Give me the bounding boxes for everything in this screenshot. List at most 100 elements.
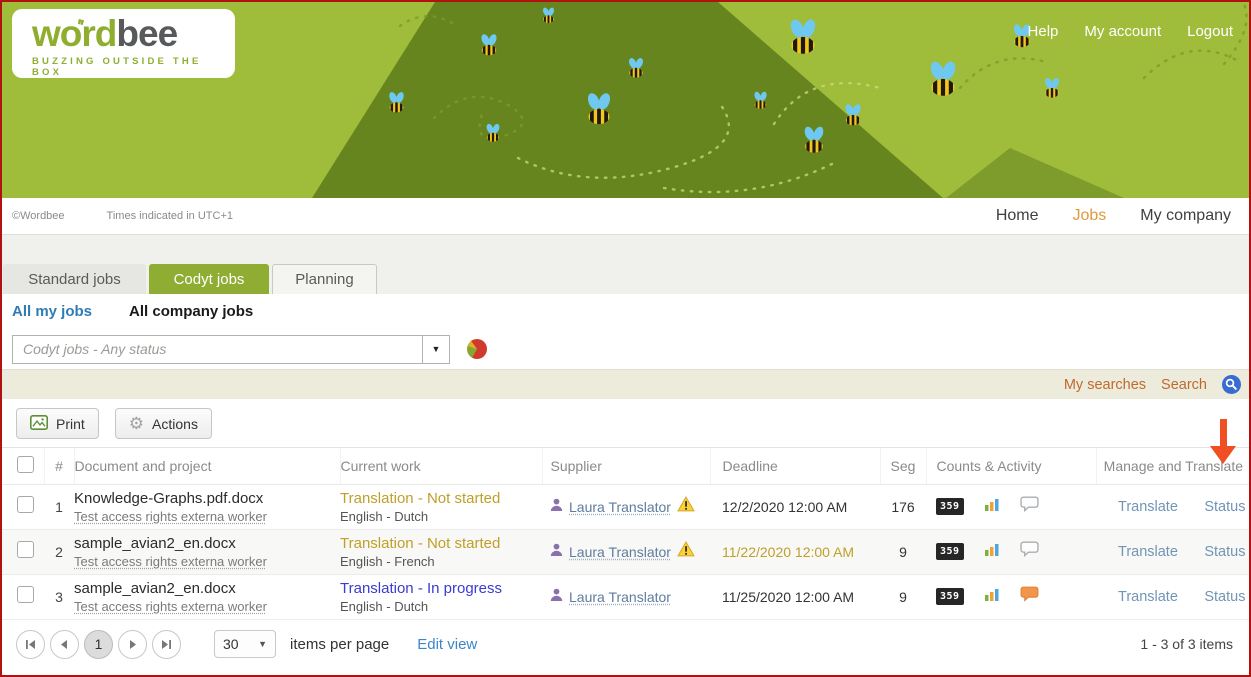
- wordcount-badge[interactable]: 359: [936, 543, 964, 560]
- pie-chart-icon[interactable]: [467, 339, 487, 359]
- previous-page-button[interactable]: [50, 630, 79, 659]
- print-label: Print: [56, 416, 85, 432]
- header-links: Help My account Logout: [1028, 23, 1233, 40]
- nav-jobs[interactable]: Jobs: [1073, 207, 1107, 225]
- language-pair: English - Dutch: [340, 598, 542, 615]
- header-banner: ''wordbee BUZZING OUTSIDE THE BOX Help M…: [2, 2, 1249, 198]
- current-page-button[interactable]: 1: [84, 630, 113, 659]
- bar-chart-icon[interactable]: [984, 496, 1000, 517]
- work-status: Translation - In progress: [340, 579, 542, 598]
- my-searches-link[interactable]: My searches: [1064, 377, 1146, 393]
- nav-home[interactable]: Home: [996, 207, 1039, 225]
- col-header-document: Document and project: [74, 448, 340, 484]
- document-name[interactable]: sample_avian2_en.docx: [74, 579, 340, 598]
- logo-wordmark: ''wordbee: [32, 15, 235, 53]
- segment-count: 176: [880, 484, 926, 529]
- status-link[interactable]: Status: [1204, 589, 1245, 605]
- page-size-select[interactable]: 30 ▼: [214, 630, 276, 658]
- quick-links-bar: My searches Search: [2, 369, 1249, 399]
- comment-bubble-icon[interactable]: [1020, 586, 1039, 607]
- items-per-page-label: items per page: [290, 636, 389, 653]
- supplier-link[interactable]: Laura Translator: [569, 589, 671, 605]
- col-header-seg: Seg: [880, 448, 926, 484]
- person-icon: [550, 498, 563, 516]
- logo-bee: bee: [116, 13, 177, 54]
- next-page-button[interactable]: [118, 630, 147, 659]
- first-page-button[interactable]: [16, 630, 45, 659]
- nav-my-company[interactable]: My company: [1140, 207, 1231, 225]
- tab-planning[interactable]: Planning: [272, 264, 377, 294]
- person-icon: [550, 543, 563, 561]
- last-page-button[interactable]: [152, 630, 181, 659]
- red-arrow-annotation: [1210, 419, 1236, 464]
- bar-chart-icon[interactable]: [984, 586, 1000, 607]
- status-filter-combobox[interactable]: Codyt jobs - Any status ▼: [12, 335, 450, 364]
- table-row: 2 sample_avian2_en.docx Test access righ…: [2, 529, 1249, 574]
- translate-link[interactable]: Translate: [1118, 499, 1178, 515]
- row-number: 2: [44, 529, 74, 574]
- toolbar: Print ⚙ Actions: [2, 399, 1249, 448]
- document-name[interactable]: Knowledge-Graphs.pdf.docx: [74, 489, 340, 508]
- status-link[interactable]: Status: [1204, 544, 1245, 560]
- my-account-link[interactable]: My account: [1084, 23, 1161, 40]
- col-header-supplier: Supplier: [542, 448, 710, 484]
- row-number: 1: [44, 484, 74, 529]
- row-checkbox[interactable]: [17, 541, 34, 558]
- filter-dropdown-button[interactable]: ▼: [422, 336, 449, 363]
- translate-link[interactable]: Translate: [1118, 589, 1178, 605]
- person-icon: [550, 588, 563, 606]
- timezone-note: Times indicated in UTC+1: [107, 210, 233, 222]
- table-header-row: # Document and project Current work Supp…: [2, 448, 1249, 484]
- bar-chart-icon[interactable]: [984, 541, 1000, 562]
- deadline: 11/25/2020 12:00 AM: [710, 574, 880, 619]
- select-all-checkbox[interactable]: [17, 456, 34, 473]
- comment-bubble-icon[interactable]: [1020, 541, 1039, 562]
- logout-link[interactable]: Logout: [1187, 23, 1233, 40]
- bee-icon: [788, 18, 817, 55]
- tab-standard-jobs[interactable]: Standard jobs: [3, 264, 146, 294]
- col-header-current-work: Current work: [340, 448, 542, 484]
- actions-button[interactable]: ⚙ Actions: [115, 408, 212, 439]
- table-row: 3 sample_avian2_en.docx Test access righ…: [2, 574, 1249, 619]
- page-size-value: 30: [223, 636, 258, 652]
- document-name[interactable]: sample_avian2_en.docx: [74, 534, 340, 553]
- search-icon[interactable]: [1222, 375, 1241, 394]
- supplier-link[interactable]: Laura Translator: [569, 499, 671, 515]
- col-header-deadline: Deadline: [710, 448, 880, 484]
- red-arrow-head: [1210, 446, 1236, 464]
- status-filter-value[interactable]: Codyt jobs - Any status: [13, 336, 422, 363]
- col-header-num: #: [44, 448, 74, 484]
- caret-down-icon: ▼: [258, 639, 267, 649]
- col-header-counts: Counts & Activity: [926, 448, 1096, 484]
- subtab-all-company-jobs[interactable]: All company jobs: [129, 303, 253, 320]
- project-name[interactable]: Test access rights externa worker: [74, 598, 340, 615]
- warning-icon: [677, 496, 695, 517]
- jobs-table: # Document and project Current work Supp…: [2, 448, 1249, 620]
- wordcount-badge[interactable]: 359: [936, 588, 964, 605]
- bee-icon: [1044, 77, 1061, 98]
- comment-bubble-icon[interactable]: [1020, 496, 1039, 517]
- wordcount-badge[interactable]: 359: [936, 498, 964, 515]
- status-link[interactable]: Status: [1204, 499, 1245, 515]
- row-checkbox[interactable]: [17, 586, 34, 603]
- wordbee-logo: ''wordbee BUZZING OUTSIDE THE BOX: [12, 9, 235, 78]
- edit-view-link[interactable]: Edit view: [417, 636, 477, 653]
- work-status: Translation - Not started: [340, 489, 542, 508]
- supplier-link[interactable]: Laura Translator: [569, 544, 671, 560]
- row-checkbox[interactable]: [17, 496, 34, 513]
- print-button[interactable]: Print: [16, 408, 99, 439]
- bee-icon: [928, 60, 957, 97]
- items-range-label: 1 - 3 of 3 items: [1140, 636, 1233, 652]
- caret-down-icon: ▼: [432, 344, 441, 354]
- project-name[interactable]: Test access rights externa worker: [74, 553, 340, 570]
- help-link[interactable]: Help: [1028, 23, 1059, 40]
- translate-link[interactable]: Translate: [1118, 544, 1178, 560]
- segment-count: 9: [880, 529, 926, 574]
- warning-icon: [677, 541, 695, 562]
- copyright-text: ©Wordbee: [12, 210, 65, 222]
- search-link[interactable]: Search: [1161, 377, 1207, 393]
- project-name[interactable]: Test access rights externa worker: [74, 508, 340, 525]
- subtab-all-my-jobs[interactable]: All my jobs: [12, 303, 92, 320]
- deadline: 11/22/2020 12:00 AM: [710, 529, 880, 574]
- tab-codyt-jobs[interactable]: Codyt jobs: [149, 264, 269, 294]
